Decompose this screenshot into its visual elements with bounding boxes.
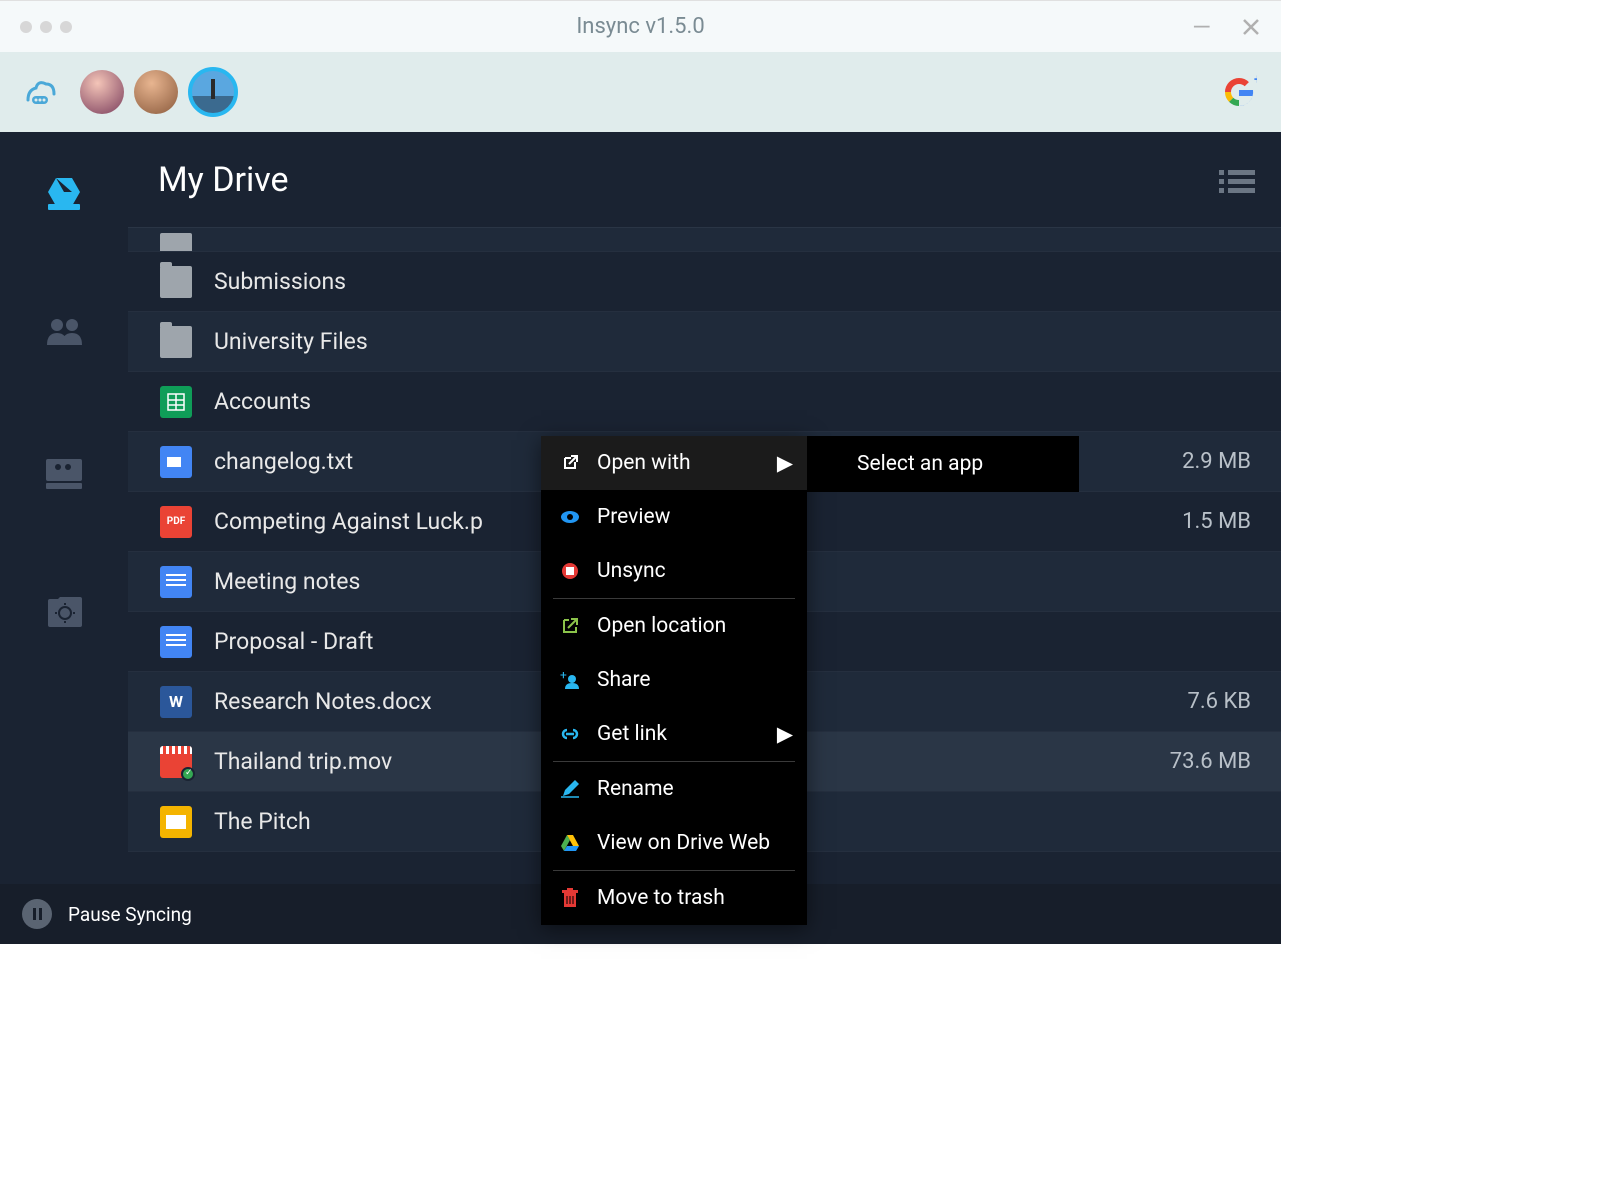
page-title: My Drive [158, 160, 289, 200]
svg-text:+: + [560, 671, 567, 682]
folder-icon [160, 233, 192, 251]
context-rename[interactable]: Rename [541, 762, 807, 816]
word-icon: W [160, 686, 192, 718]
avatar[interactable] [134, 70, 178, 114]
chevron-right-icon: ▶ [777, 451, 793, 476]
content-header: My Drive [128, 132, 1281, 228]
view-toggle-icon[interactable] [1219, 168, 1255, 194]
context-open-location[interactable]: Open location [541, 599, 807, 653]
sheets-icon [160, 386, 192, 418]
share-icon: + [559, 669, 581, 691]
sidebar-team-drives[interactable] [39, 447, 89, 497]
context-get-link[interactable]: Get link ▶ [541, 707, 807, 761]
file-size: 73.6 MB [1170, 749, 1251, 774]
video-icon [160, 746, 192, 778]
docs-icon [160, 626, 192, 658]
traffic-zoom[interactable] [60, 21, 72, 33]
sidebar-settings[interactable] [39, 587, 89, 637]
context-unsync[interactable]: Unsync [541, 544, 807, 598]
context-label: Share [597, 668, 651, 692]
titlebar: Insync v1.5.0 — [0, 0, 1281, 52]
file-name: Accounts [214, 388, 1251, 415]
open-external-icon [559, 452, 581, 474]
file-row-partial[interactable] [128, 228, 1281, 252]
svg-text:+: + [1254, 74, 1257, 88]
traffic-minimize[interactable] [40, 21, 52, 33]
file-size: 7.6 KB [1188, 689, 1252, 714]
insync-logo-icon[interactable] [20, 72, 60, 112]
chevron-right-icon: ▶ [777, 722, 793, 747]
doc-icon [160, 446, 192, 478]
traffic-close[interactable] [20, 21, 32, 33]
context-view-drive-web[interactable]: View on Drive Web [541, 816, 807, 870]
folder-icon [160, 266, 192, 298]
file-name: Submissions [214, 268, 1251, 295]
context-label: View on Drive Web [597, 831, 770, 855]
slides-icon [160, 806, 192, 838]
trash-icon [559, 887, 581, 909]
context-label: Open location [597, 614, 726, 638]
stop-icon [559, 560, 581, 582]
docs-icon [160, 566, 192, 598]
account-avatars [80, 67, 238, 117]
file-row[interactable]: University Files [128, 312, 1281, 372]
pause-icon [33, 908, 42, 920]
file-size: 1.5 MB [1182, 509, 1251, 534]
close-icon[interactable] [1241, 17, 1261, 37]
context-preview[interactable]: Preview [541, 490, 807, 544]
sidebar-my-drive[interactable] [39, 167, 89, 217]
context-move-to-trash[interactable]: Move to trash [541, 871, 807, 925]
submenu-select-app[interactable]: Select an app [807, 436, 1079, 492]
context-share[interactable]: + Share [541, 653, 807, 707]
context-label: Move to trash [597, 886, 725, 910]
add-google-account-icon[interactable]: + [1221, 74, 1257, 110]
context-label: Preview [597, 505, 670, 529]
context-label: Get link [597, 722, 667, 746]
traffic-lights [20, 21, 72, 33]
pencil-icon [559, 778, 581, 800]
pdf-icon: PDF [160, 506, 192, 538]
window-controls: — [1192, 13, 1261, 41]
context-label: Rename [597, 777, 674, 801]
link-icon [559, 723, 581, 745]
context-menu: Open with ▶ Preview Unsync Open location… [541, 436, 807, 925]
eye-icon [559, 506, 581, 528]
file-name: University Files [214, 328, 1251, 355]
file-size: 2.9 MB [1182, 449, 1251, 474]
window-title: Insync v1.5.0 [576, 14, 704, 39]
account-bar: + [0, 52, 1281, 132]
file-row[interactable]: Submissions [128, 252, 1281, 312]
avatar-active[interactable] [188, 67, 238, 117]
file-row[interactable]: Accounts [128, 372, 1281, 432]
sidebar [0, 132, 128, 884]
context-open-with[interactable]: Open with ▶ [541, 436, 807, 490]
minimize-icon[interactable]: — [1192, 13, 1211, 41]
drive-icon [559, 832, 581, 854]
context-label: Open with [597, 451, 691, 475]
avatar[interactable] [80, 70, 124, 114]
pause-syncing-button[interactable] [22, 899, 52, 929]
footer-status: Pause Syncing [68, 903, 192, 926]
folder-icon [160, 326, 192, 358]
submenu-label: Select an app [857, 452, 983, 476]
location-icon [559, 615, 581, 637]
sidebar-shared[interactable] [39, 307, 89, 357]
context-label: Unsync [597, 559, 666, 583]
